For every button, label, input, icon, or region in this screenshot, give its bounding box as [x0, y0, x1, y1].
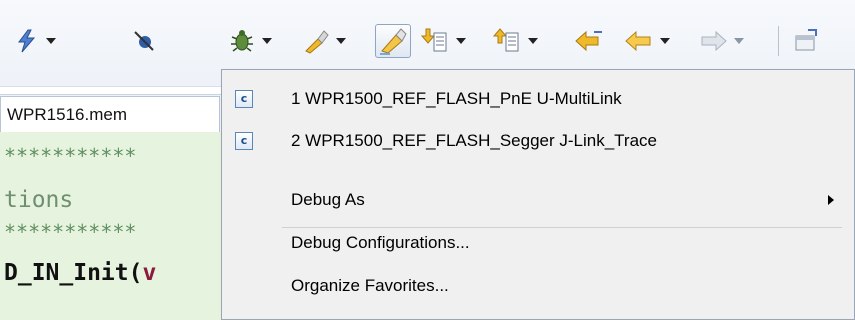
- next-annotation-icon: [420, 28, 447, 52]
- code-param: v: [142, 260, 157, 286]
- debug-dropdown[interactable]: [228, 26, 272, 56]
- last-edit-location-icon: [575, 30, 602, 52]
- external-tools-dropdown[interactable]: [302, 26, 346, 56]
- code-line: tions: [4, 187, 74, 213]
- menu-item-label: 2 WPR1500_REF_FLASH_Segger J-Link_Trace: [291, 131, 657, 150]
- menu-item-label: 1 WPR1500_REF_FLASH_PnE U-MultiLink: [291, 89, 622, 108]
- forward-icon: [701, 30, 727, 52]
- skip-breakpoints-button[interactable]: [132, 26, 156, 56]
- c-launch-config-icon: c: [235, 132, 253, 150]
- skip-breakpoints-icon: [134, 31, 154, 51]
- code-editor[interactable]: *********** tions *********** D_IN_Init(…: [0, 132, 240, 320]
- maximize-icon: [795, 29, 817, 51]
- lightning-icon: [18, 29, 36, 53]
- external-tools-icon: [305, 30, 329, 54]
- chevron-down-icon[interactable]: [46, 38, 56, 44]
- chevron-down-icon[interactable]: [336, 38, 346, 44]
- toolbar-separator: [778, 26, 779, 56]
- editor-tab-label: WPR1516.mem: [7, 105, 127, 124]
- chevron-down-icon[interactable]: [660, 38, 670, 44]
- menu-item-label: Debug Configurations...: [291, 233, 470, 252]
- menu-item-label: Debug As: [291, 190, 365, 209]
- menu-item-favorite-1[interactable]: c 1 WPR1500_REF_FLASH_PnE U-MultiLink: [222, 82, 854, 116]
- debug-icon: [231, 30, 253, 52]
- debug-dropdown-menu: c 1 WPR1500_REF_FLASH_PnE U-MultiLink c …: [221, 69, 855, 320]
- code-line: D_IN_Init(v: [4, 260, 156, 286]
- back-icon: [625, 30, 651, 52]
- highlight-toggle-button[interactable]: [375, 24, 411, 58]
- chevron-down-icon[interactable]: [456, 38, 466, 44]
- previous-annotation-icon: [492, 28, 519, 52]
- chevron-down-icon[interactable]: [262, 38, 272, 44]
- code-line: ***********: [4, 220, 137, 244]
- menu-item-label: Organize Favorites...: [291, 276, 449, 295]
- menu-item-favorite-2[interactable]: c 2 WPR1500_REF_FLASH_Segger J-Link_Trac…: [222, 124, 854, 158]
- code-line: ***********: [4, 144, 137, 168]
- highlight-icon: [380, 28, 407, 55]
- menu-item-debug-configurations[interactable]: Debug Configurations...: [222, 226, 854, 260]
- submenu-arrow-icon: [828, 195, 834, 205]
- c-launch-config-icon: c: [235, 90, 253, 108]
- back-dropdown[interactable]: [624, 26, 670, 56]
- chevron-down-icon[interactable]: [734, 38, 744, 44]
- maximize-button[interactable]: [792, 26, 820, 56]
- menu-item-debug-as[interactable]: Debug As: [222, 183, 854, 217]
- last-edit-location-button[interactable]: [574, 26, 604, 56]
- next-annotation-dropdown[interactable]: [420, 26, 466, 56]
- forward-dropdown[interactable]: [698, 26, 744, 56]
- editor-tab[interactable]: WPR1516.mem: [0, 96, 220, 132]
- menu-item-organize-favorites[interactable]: Organize Favorites...: [222, 269, 854, 303]
- lightning-dropdown[interactable]: [14, 26, 56, 56]
- code-function-name: D_IN_Init(: [4, 260, 143, 286]
- chevron-down-icon[interactable]: [528, 38, 538, 44]
- previous-annotation-dropdown[interactable]: [492, 26, 538, 56]
